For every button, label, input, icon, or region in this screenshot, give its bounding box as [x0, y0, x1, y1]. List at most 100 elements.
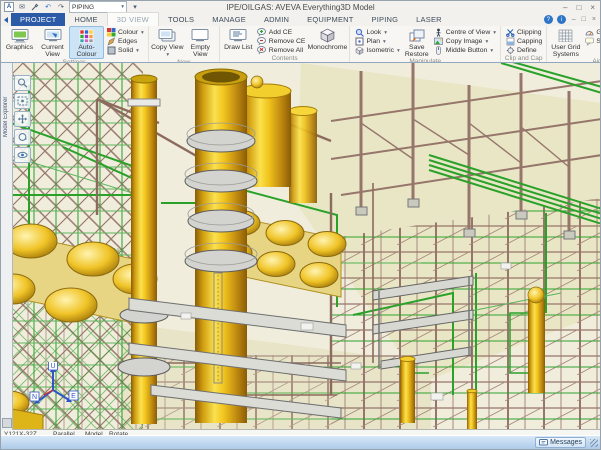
close-button[interactable]: × — [590, 3, 595, 12]
edges-icon — [106, 37, 116, 46]
orbit-tool-button[interactable] — [14, 129, 31, 145]
tab-tools[interactable]: TOOLS — [159, 13, 203, 26]
pan-tool-button[interactable] — [14, 111, 31, 127]
capping-button[interactable]: Capping — [503, 37, 544, 46]
zoom-window-tool-button[interactable] — [14, 93, 31, 109]
current-view-icon — [44, 28, 62, 43]
messages-button[interactable]: Messages — [535, 437, 586, 448]
balloon-minus-icon — [257, 37, 267, 46]
ribbon-group-new: Copy View ▾ Empty View New — [149, 26, 220, 62]
tab-home[interactable]: HOME — [65, 13, 106, 26]
qat-customize-icon[interactable]: ▾ — [130, 3, 140, 12]
undo-icon[interactable]: ↶ — [43, 3, 53, 12]
mail-icon[interactable]: ✉ — [17, 3, 27, 12]
solid-icon — [106, 46, 116, 55]
save-restore-icon — [409, 28, 425, 43]
remove-all-button[interactable]: Remove All — [255, 46, 308, 55]
dropdown-caret-icon: ▾ — [490, 48, 493, 54]
graphics-button[interactable]: Graphics — [3, 26, 36, 59]
help-icon[interactable]: ? — [544, 15, 553, 24]
ribbon-tab-row: PROJECT HOME 3D VIEW TOOLS MANAGE ADMIN … — [1, 13, 600, 27]
dropdown-caret-icon: ▾ — [485, 39, 488, 45]
draw-list-button[interactable]: Draw List — [222, 26, 255, 55]
zoom-tool-button[interactable] — [14, 75, 31, 91]
axis-indicator: U N E — [29, 362, 79, 413]
current-view-button[interactable]: Current View — [36, 26, 69, 59]
tab-admin[interactable]: ADMIN — [255, 13, 298, 26]
look-button[interactable]: Look ▾ — [352, 28, 401, 37]
solid-button[interactable]: Solid ▾ — [104, 46, 146, 55]
plan-icon — [354, 37, 364, 46]
colour-button[interactable]: Colour ▾ — [104, 28, 146, 37]
dropdown-caret-icon: ▾ — [397, 48, 400, 54]
child-restore-button[interactable]: □ — [582, 16, 586, 23]
edges-button[interactable]: Edges — [104, 37, 146, 46]
isometric-button[interactable]: Isometric ▾ — [352, 46, 401, 55]
balloon-cross-icon — [257, 46, 267, 55]
ribbon-group-aids: User Grid Systems Graphical Aids ▾ — [547, 26, 601, 62]
chevron-down-icon: ▾ — [121, 4, 124, 10]
clipping-button[interactable]: Clipping — [503, 28, 544, 37]
middle-button-button[interactable]: Middle Button ▾ — [432, 46, 498, 55]
remove-ce-button[interactable]: Remove CE — [255, 37, 308, 46]
colour-grid-icon — [106, 28, 116, 37]
copy-view-button[interactable]: Copy View ▾ — [151, 26, 184, 59]
auto-colour-icon — [79, 28, 94, 43]
ribbon: Graphics Current View Auto-Colour — [1, 26, 600, 63]
add-ce-button[interactable]: Add CE — [255, 28, 308, 37]
3d-viewport[interactable]: Model Explorer — [1, 62, 600, 439]
tab-equipment[interactable]: EQUIPMENT — [298, 13, 362, 26]
ribbon-group-clip-and-cap: Clipping Capping Define — [501, 26, 547, 62]
user-grid-systems-button[interactable]: User Grid Systems — [549, 26, 582, 58]
define-button[interactable]: Define — [503, 46, 544, 55]
draw-list-icon — [229, 28, 247, 43]
side-panel-grip-icon[interactable] — [2, 418, 12, 428]
child-close-button[interactable]: × — [592, 16, 596, 23]
show-tooltips-button[interactable]: Show Tooltips — [582, 37, 601, 46]
dropdown-caret-icon: ▾ — [166, 52, 169, 58]
ribbon-group-manipulate: Look ▾ Plan ▾ Isometric — [350, 26, 501, 62]
tab-manage[interactable]: MANAGE — [203, 13, 255, 26]
redo-icon[interactable]: ↷ — [56, 3, 66, 12]
aveva-logo-icon[interactable]: A — [4, 2, 14, 12]
copy-image-button[interactable]: Copy Image ▾ — [432, 37, 498, 46]
plan-button[interactable]: Plan ▾ — [352, 37, 401, 46]
dropdown-caret-icon: ▾ — [136, 48, 139, 54]
info-icon[interactable]: i — [557, 15, 566, 24]
title-bar: A ✉ ↶ ↷ PIPING ▾ ▾ IPE/OILGAS: AVEVA Eve… — [1, 1, 600, 13]
centre-of-view-button[interactable]: Centre of View ▾ — [432, 28, 498, 37]
tab-project[interactable]: PROJECT — [11, 13, 65, 26]
auto-colour-button[interactable]: Auto-Colour — [69, 26, 104, 59]
3d-model-rendering[interactable] — [1, 63, 601, 430]
maximize-button[interactable]: □ — [576, 3, 581, 12]
graphical-aids-button[interactable]: Graphical Aids ▾ — [582, 28, 601, 37]
grid-icon — [558, 28, 573, 43]
side-panel-tab-label[interactable]: Model Explorer — [3, 67, 9, 137]
minimize-button[interactable]: – — [563, 3, 567, 12]
tab-3d-view[interactable]: 3D VIEW — [107, 12, 159, 26]
image-icon — [434, 37, 444, 46]
empty-view-button[interactable]: Empty View — [184, 26, 217, 59]
tooltip-bubble-icon — [584, 37, 594, 46]
tab-laser[interactable]: LASER — [407, 13, 451, 26]
side-panel-collapsed-bar[interactable]: Model Explorer — [1, 63, 13, 430]
look-icon — [354, 28, 364, 37]
discipline-combobox-value: PIPING — [72, 4, 94, 11]
save-restore-button[interactable]: Save Restore — [402, 26, 432, 58]
tab-piping[interactable]: PIPING — [363, 13, 408, 26]
dropdown-caret-icon: ▾ — [141, 30, 144, 36]
connect-icon[interactable] — [30, 3, 40, 12]
resize-grip[interactable] — [590, 439, 598, 447]
ribbon-group-settings: Graphics Current View Auto-Colour — [1, 26, 149, 62]
application-window: A ✉ ↶ ↷ PIPING ▾ ▾ IPE/OILGAS: AVEVA Eve… — [0, 0, 601, 450]
isometric-cube-icon — [354, 46, 364, 55]
monochrome-button[interactable]: Monochrome — [307, 26, 347, 55]
ribbon-group-contents: Draw List Add CE Remove CE — [220, 26, 351, 62]
walk-tool-button[interactable] — [14, 147, 31, 163]
define-icon — [505, 46, 515, 55]
child-minimize-button[interactable]: – — [572, 16, 576, 23]
status-bar: Messages — [1, 435, 600, 449]
app-menu-icon[interactable] — [4, 17, 8, 23]
copy-view-icon — [158, 28, 176, 43]
cube-icon — [320, 28, 335, 43]
